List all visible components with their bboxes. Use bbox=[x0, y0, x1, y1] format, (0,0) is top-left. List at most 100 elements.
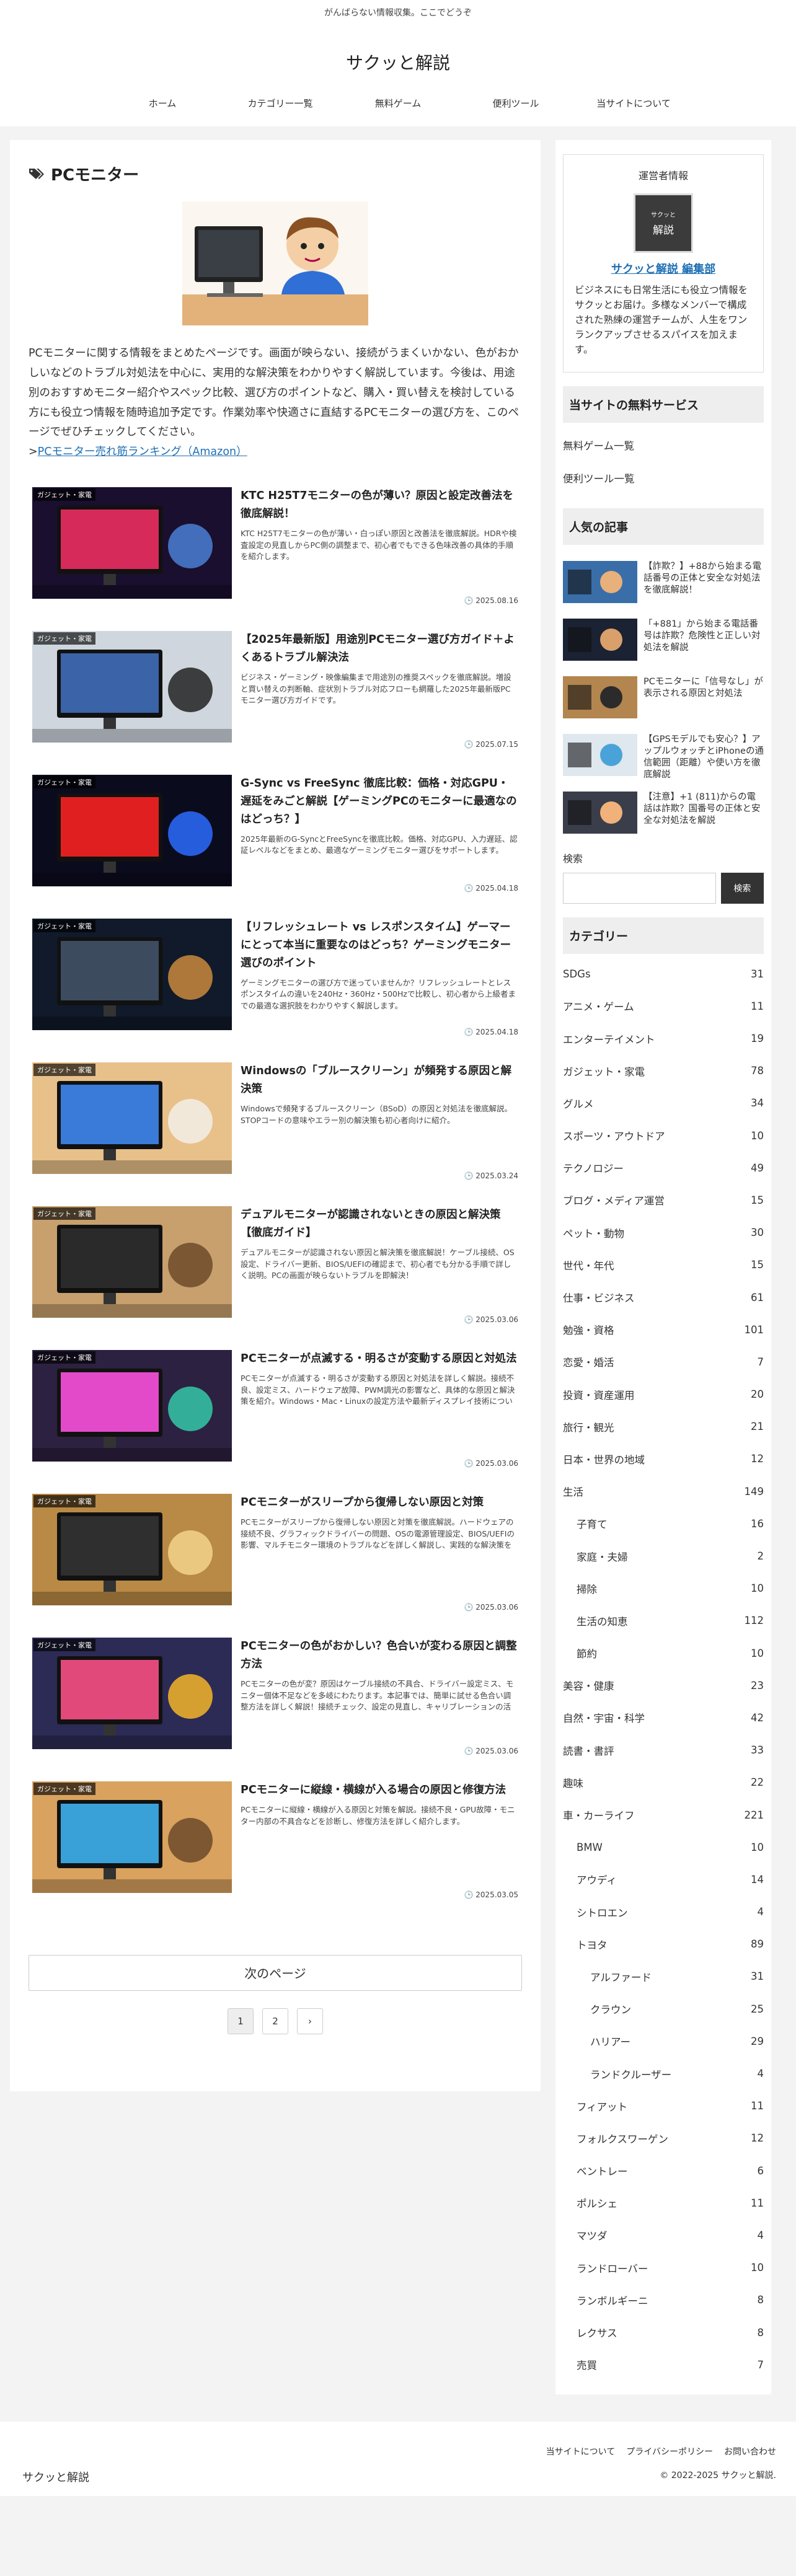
post-thumbnail[interactable]: ガジェット・家電 bbox=[32, 1638, 232, 1750]
category-item[interactable]: ポルシェ 11 bbox=[563, 2187, 764, 2219]
post-title[interactable]: PCモニターに縦線・横線が入る場合の原因と修復方法 bbox=[241, 1781, 518, 1799]
post-thumbnail[interactable]: ガジェット・家電 bbox=[32, 487, 232, 599]
category-item[interactable]: 旅行・観光 21 bbox=[563, 1411, 764, 1443]
post-card[interactable]: ガジェット・家電 【2025年最新版】用途別PCモニター選び方ガイド＋よくあるト… bbox=[29, 631, 522, 775]
post-card[interactable]: ガジェット・家電 G-Sync vs FreeSync 徹底比較：価格・対応GP… bbox=[29, 775, 522, 919]
post-title[interactable]: PCモニターが点滅する・明るさが変動する原因と対処法 bbox=[241, 1350, 518, 1368]
category-item[interactable]: ランボルギーニ 8 bbox=[563, 2284, 764, 2316]
footer-contact-link[interactable]: お問い合わせ bbox=[724, 2445, 776, 2458]
category-item[interactable]: 日本・世界の地域 12 bbox=[563, 1443, 764, 1475]
free-games-link[interactable]: 無料ゲーム一覧 bbox=[563, 429, 764, 462]
category-item[interactable]: ランドクルーザー 4 bbox=[563, 2057, 764, 2089]
popular-item[interactable]: 【GPSモデルでも安心？】アップルウォッチとiPhoneの通信範囲（距離）や使い… bbox=[563, 734, 764, 792]
tools-link[interactable]: 便利ツール一覧 bbox=[563, 462, 764, 495]
category-item[interactable]: レクサス 8 bbox=[563, 2316, 764, 2349]
category-item[interactable]: クラウン 25 bbox=[563, 1993, 764, 2025]
category-item[interactable]: アルファード 31 bbox=[563, 1961, 764, 1993]
category-item[interactable]: テクノロジー 49 bbox=[563, 1152, 764, 1184]
post-title[interactable]: KTC H25T7モニターの色が薄い？原因と設定改善法を徹底解説！ bbox=[241, 487, 518, 523]
category-item[interactable]: 家庭・夫婦 2 bbox=[563, 1540, 764, 1572]
category-item[interactable]: 子育て 16 bbox=[563, 1507, 764, 1540]
category-item[interactable]: BMW 10 bbox=[563, 1831, 764, 1863]
category-item[interactable]: SDGs 31 bbox=[563, 958, 764, 990]
popular-item[interactable]: 「+881」から始まる電話番号は詐欺？危険性と正しい対処法を解説 bbox=[563, 619, 764, 676]
post-title[interactable]: Windowsの「ブルースクリーン」が頻発する原因と解決策 bbox=[241, 1062, 518, 1098]
nav-about[interactable]: 当サイトについて bbox=[575, 97, 692, 110]
category-count: 101 bbox=[744, 1323, 764, 1336]
operator-name-link[interactable]: サクッと解説 編集部 bbox=[611, 263, 715, 276]
category-item[interactable]: ガジェット・家電 78 bbox=[563, 1055, 764, 1087]
post-card[interactable]: ガジェット・家電 KTC H25T7モニターの色が薄い？原因と設定改善法を徹底解… bbox=[29, 487, 522, 631]
category-item[interactable]: 美容・健康 23 bbox=[563, 1669, 764, 1701]
category-item[interactable]: 読書・書評 33 bbox=[563, 1734, 764, 1767]
category-item[interactable]: フォルクスワーゲン 12 bbox=[563, 2122, 764, 2155]
category-item[interactable]: グルメ 34 bbox=[563, 1087, 764, 1119]
post-title[interactable]: PCモニターがスリープから復帰しない原因と対策 bbox=[241, 1494, 518, 1512]
category-item[interactable]: ハリアー 29 bbox=[563, 2025, 764, 2057]
category-item[interactable]: 生活の知恵 112 bbox=[563, 1605, 764, 1637]
category-item[interactable]: 自然・宇宙・科学 42 bbox=[563, 1701, 764, 1734]
search-input[interactable] bbox=[563, 873, 716, 904]
category-item[interactable]: 仕事・ビジネス 61 bbox=[563, 1281, 764, 1313]
nav-categories[interactable]: カテゴリー一覧 bbox=[221, 97, 339, 110]
post-card[interactable]: ガジェット・家電 【リフレッシュレート vs レスポンスタイム】ゲーマーにとって… bbox=[29, 919, 522, 1062]
amazon-ranking-link[interactable]: PCモニター売れ筋ランキング（Amazon） bbox=[38, 446, 247, 458]
post-title[interactable]: PCモニターの色がおかしい？色合いが変わる原因と調整方法 bbox=[241, 1638, 518, 1674]
category-item[interactable]: スポーツ・アウトドア 10 bbox=[563, 1119, 764, 1152]
category-item[interactable]: アウディ 14 bbox=[563, 1863, 764, 1895]
category-item[interactable]: 趣味 22 bbox=[563, 1767, 764, 1799]
category-item[interactable]: 節約 10 bbox=[563, 1637, 764, 1669]
category-item[interactable]: 恋愛・婚活 7 bbox=[563, 1346, 764, 1378]
nav-tools[interactable]: 便利ツール bbox=[457, 97, 575, 110]
post-title[interactable]: G-Sync vs FreeSync 徹底比較：価格・対応GPU・遅延をみごと解… bbox=[241, 775, 518, 829]
post-card[interactable]: ガジェット・家電 PCモニターの色がおかしい？色合いが変わる原因と調整方法 PC… bbox=[29, 1638, 522, 1781]
page-2[interactable]: 2 bbox=[262, 2008, 288, 2035]
post-thumbnail[interactable]: ガジェット・家電 bbox=[32, 919, 232, 1031]
category-item[interactable]: 生活 149 bbox=[563, 1475, 764, 1507]
post-card[interactable]: ガジェット・家電 デュアルモニターが認識されないときの原因と解決策【徹底ガイド】… bbox=[29, 1206, 522, 1350]
category-item[interactable]: 投資・資産運用 20 bbox=[563, 1378, 764, 1411]
post-card[interactable]: ガジェット・家電 PCモニターがスリープから復帰しない原因と対策 PCモニターが… bbox=[29, 1494, 522, 1638]
post-card[interactable]: ガジェット・家電 PCモニターに縦線・横線が入る場合の原因と修復方法 PCモニタ… bbox=[29, 1781, 522, 1925]
category-item[interactable]: ベントレー 6 bbox=[563, 2155, 764, 2187]
category-item[interactable]: 掃除 10 bbox=[563, 1573, 764, 1605]
category-item[interactable]: 勉強・資格 101 bbox=[563, 1313, 764, 1346]
category-item[interactable]: シトロエン 4 bbox=[563, 1896, 764, 1928]
footer-about-link[interactable]: 当サイトについて bbox=[546, 2445, 616, 2458]
category-item[interactable]: 車・カーライフ 221 bbox=[563, 1799, 764, 1831]
category-item[interactable]: 世代・年代 15 bbox=[563, 1249, 764, 1281]
category-item[interactable]: 売買 7 bbox=[563, 2349, 764, 2381]
next-page-button[interactable]: 次のページ bbox=[29, 1955, 522, 1992]
post-card[interactable]: ガジェット・家電 Windowsの「ブルースクリーン」が頻発する原因と解決策 W… bbox=[29, 1062, 522, 1206]
post-thumbnail[interactable]: ガジェット・家電 bbox=[32, 1062, 232, 1175]
post-title[interactable]: デュアルモニターが認識されないときの原因と解決策【徹底ガイド】 bbox=[241, 1206, 518, 1242]
page-1[interactable]: 1 bbox=[228, 2008, 254, 2035]
category-item[interactable]: ランドローバー 10 bbox=[563, 2252, 764, 2284]
category-item[interactable]: トヨタ 89 bbox=[563, 1928, 764, 1961]
post-thumbnail[interactable]: ガジェット・家電 bbox=[32, 1494, 232, 1606]
footer-privacy-link[interactable]: プライバシーポリシー bbox=[626, 2445, 713, 2458]
post-title[interactable]: 【2025年最新版】用途別PCモニター選び方ガイド＋よくあるトラブル解決法 bbox=[241, 631, 518, 667]
search-button[interactable]: 検索 bbox=[720, 873, 764, 904]
footer-site-name[interactable]: サクッと解説 bbox=[22, 2469, 89, 2485]
post-thumbnail[interactable]: ガジェット・家電 bbox=[32, 1781, 232, 1894]
post-card[interactable]: ガジェット・家電 PCモニターが点滅する・明るさが変動する原因と対処法 PCモニ… bbox=[29, 1350, 522, 1494]
popular-item[interactable]: 【注意】+1 (811)からの電話は詐欺？国番号の正体と安全な対処法を解説 bbox=[563, 792, 764, 849]
category-item[interactable]: エンターテイメント 19 bbox=[563, 1022, 764, 1054]
nav-free-games[interactable]: 無料ゲーム bbox=[339, 97, 457, 110]
popular-item[interactable]: PCモニターに「信号なし」が表示される原因と対処法 bbox=[563, 676, 764, 734]
category-item[interactable]: マツダ 4 bbox=[563, 2219, 764, 2251]
category-item[interactable]: フィアット 11 bbox=[563, 2090, 764, 2122]
post-thumbnail[interactable]: ガジェット・家電 bbox=[32, 775, 232, 887]
site-title[interactable]: サクッと解説 bbox=[0, 19, 796, 74]
nav-home[interactable]: ホーム bbox=[104, 97, 221, 110]
post-thumbnail[interactable]: ガジェット・家電 bbox=[32, 1350, 232, 1462]
post-thumbnail[interactable]: ガジェット・家電 bbox=[32, 631, 232, 743]
category-item[interactable]: アニメ・ゲーム 11 bbox=[563, 990, 764, 1022]
category-item[interactable]: ブログ・メディア運営 15 bbox=[563, 1184, 764, 1216]
post-thumbnail[interactable]: ガジェット・家電 bbox=[32, 1206, 232, 1318]
post-title[interactable]: 【リフレッシュレート vs レスポンスタイム】ゲーマーにとって本当に重要なのはど… bbox=[241, 919, 518, 973]
popular-item[interactable]: 【詐欺？】+88から始まる電話番号の正体と安全な対処法を徹底解説！ bbox=[563, 561, 764, 619]
page-next-arrow[interactable]: › bbox=[297, 2008, 323, 2035]
category-item[interactable]: ペット・動物 30 bbox=[563, 1217, 764, 1249]
